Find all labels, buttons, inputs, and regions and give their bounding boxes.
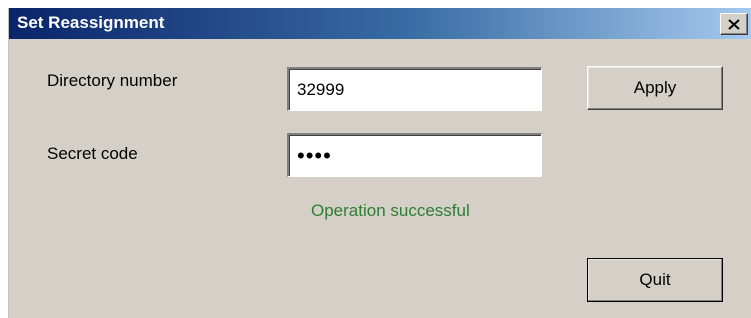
close-button[interactable] xyxy=(720,13,748,35)
set-reassignment-dialog: Set Reassignment Directory number Secret… xyxy=(8,8,751,318)
title-bar[interactable]: Set Reassignment xyxy=(9,8,751,39)
close-icon xyxy=(728,18,740,30)
directory-number-input[interactable] xyxy=(287,67,542,111)
status-message: Operation successful xyxy=(311,201,470,220)
secret-code-label: Secret code xyxy=(47,144,138,163)
apply-button[interactable]: Apply xyxy=(587,66,723,110)
quit-button[interactable]: Quit xyxy=(587,258,723,302)
window-title: Set Reassignment xyxy=(17,13,165,32)
secret-code-input[interactable] xyxy=(287,133,542,177)
directory-number-label: Directory number xyxy=(47,71,178,90)
